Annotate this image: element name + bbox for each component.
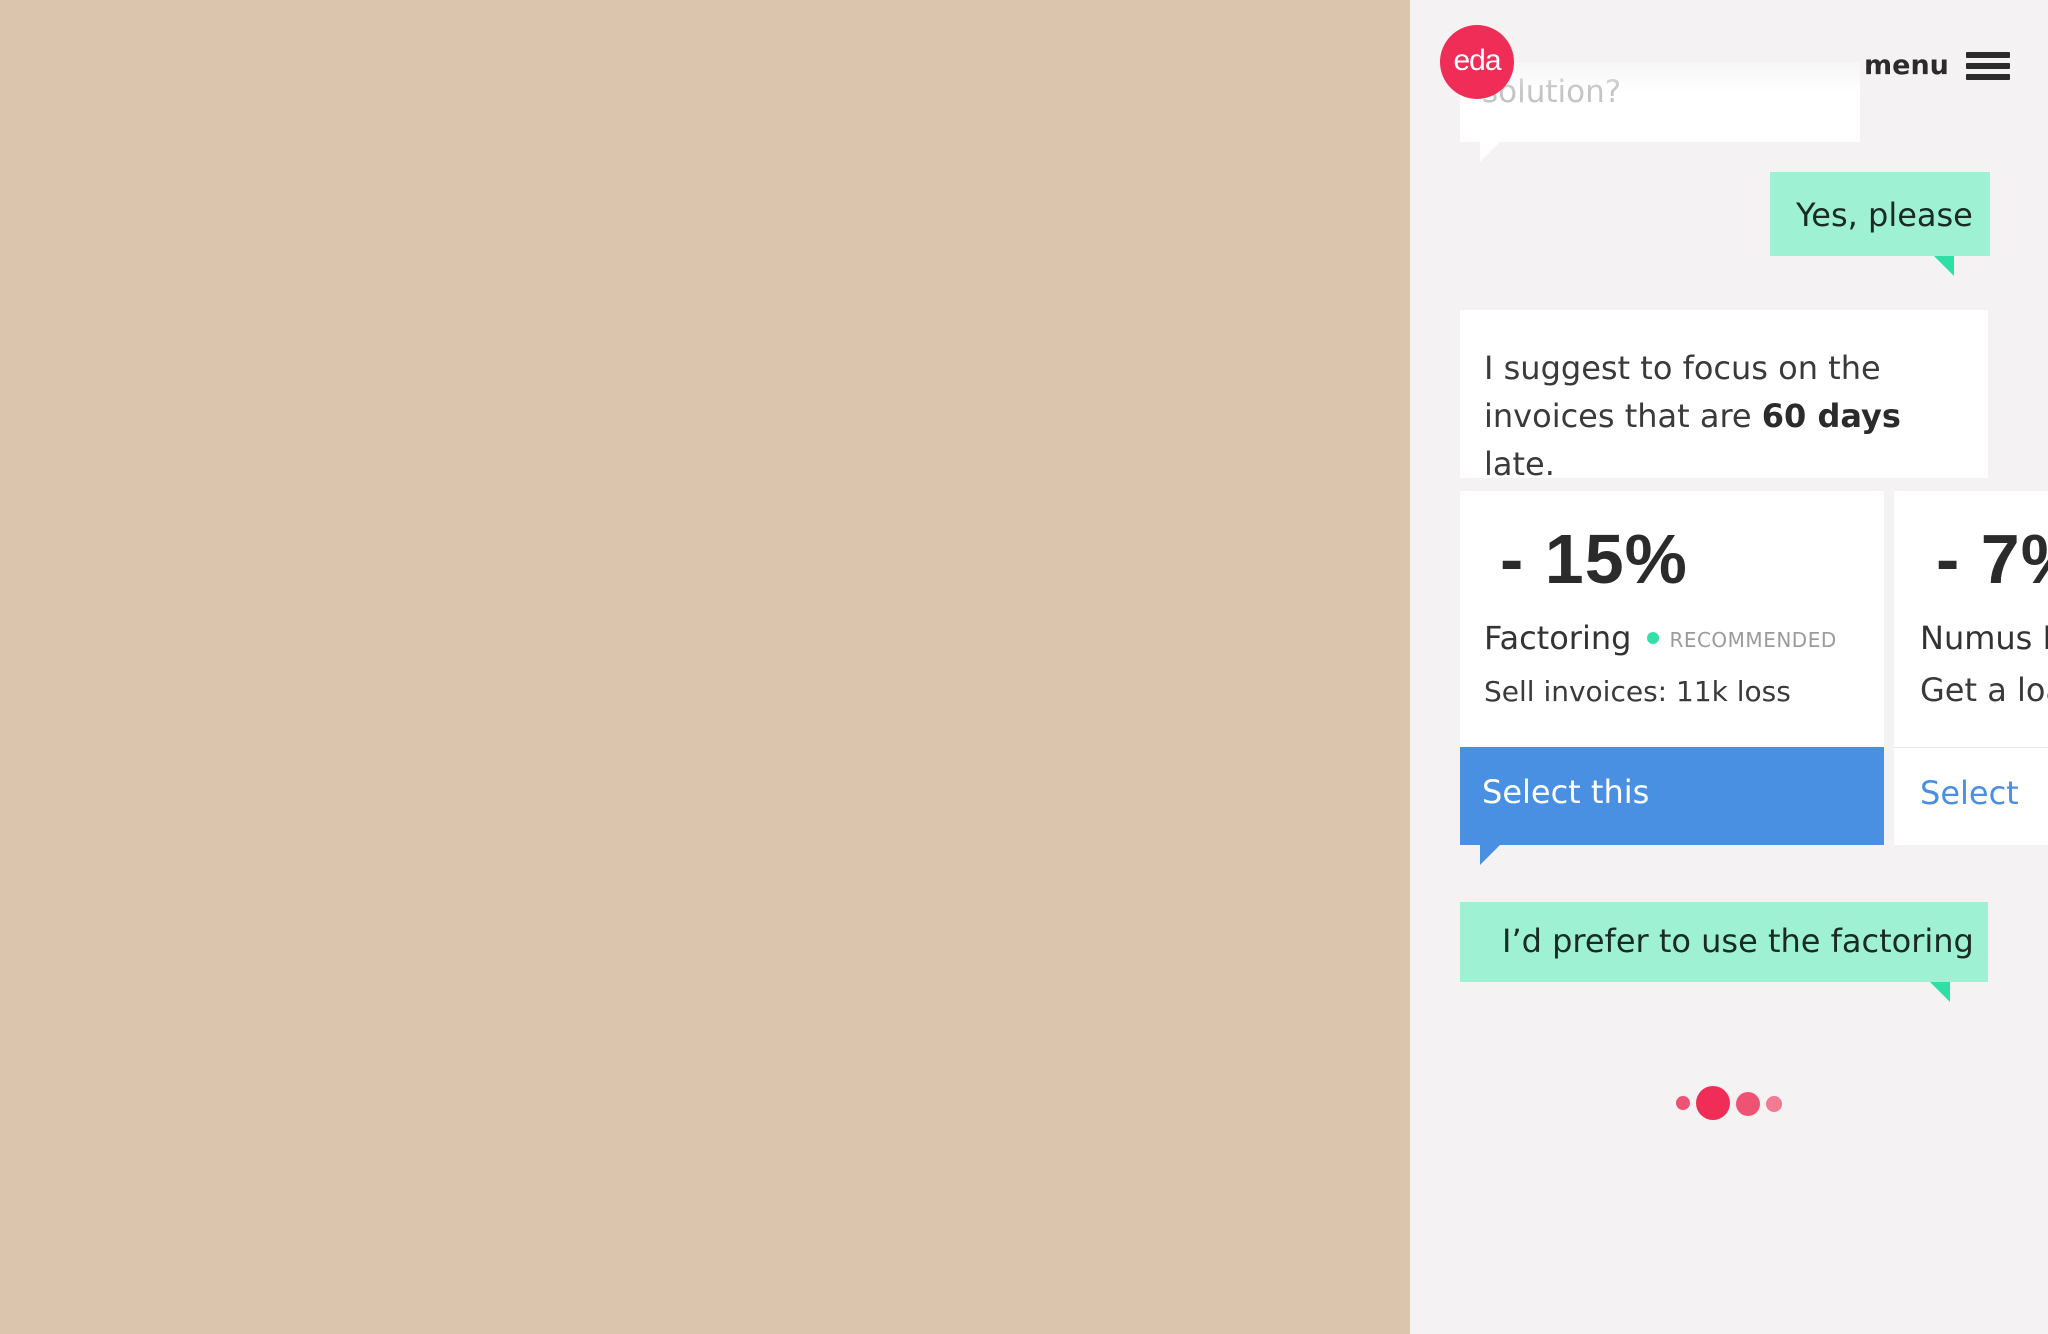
message-text: Yes, please: [1796, 196, 1973, 234]
option-value: - 15%: [1500, 520, 1688, 598]
hamburger-icon[interactable]: [1966, 52, 2010, 80]
select-button[interactable]: Select: [1894, 747, 2048, 845]
option-name: Numus L: [1920, 619, 2048, 657]
recommended-dot-icon: [1647, 632, 1660, 644]
bubble-tail: [1480, 142, 1500, 162]
message-text-end: late.: [1484, 445, 1555, 483]
user-message-factoring: I’d prefer to use the factoring: [1460, 902, 1988, 1002]
message-text-bold: 60 days: [1761, 397, 1901, 435]
option-name: Factoring: [1484, 619, 1632, 657]
option-name-row: Factoring RECOMMENDED: [1484, 619, 1837, 657]
option-value: - 7%: [1936, 520, 2048, 598]
bubble-tail: [1934, 256, 1954, 276]
user-message-yes: Yes, please: [1770, 172, 1990, 276]
message-text: I’d prefer to use the factoring: [1502, 922, 1974, 960]
menu-label[interactable]: menu: [1864, 50, 1949, 81]
bubble-tail: [1480, 845, 1500, 865]
option-description: Sell invoices: 11k loss: [1484, 675, 1791, 708]
select-this-button[interactable]: Select this: [1460, 747, 1884, 865]
typing-indicator: [1676, 1084, 1796, 1120]
message-text: I suggest to focus on the invoices that …: [1484, 344, 1974, 488]
background-area: [0, 0, 1410, 1334]
button-label: Select this: [1482, 773, 1650, 811]
option-card-numus: - 7% Numus L Get a loa Select: [1894, 491, 2048, 845]
bubble-tail: [1930, 982, 1950, 1002]
eda-logo: eda: [1440, 25, 1514, 99]
option-description: Get a loa: [1920, 671, 2048, 709]
bot-message-suggestion: I suggest to focus on the invoices that …: [1460, 310, 1988, 483]
option-card-factoring: - 15% Factoring RECOMMENDED Sell invoices…: [1460, 491, 1884, 865]
chat-panel: solution? eda menu Yes, please I suggest…: [1410, 0, 2048, 1334]
button-label: Select: [1920, 774, 2019, 812]
recommended-badge: RECOMMENDED: [1669, 628, 1837, 652]
